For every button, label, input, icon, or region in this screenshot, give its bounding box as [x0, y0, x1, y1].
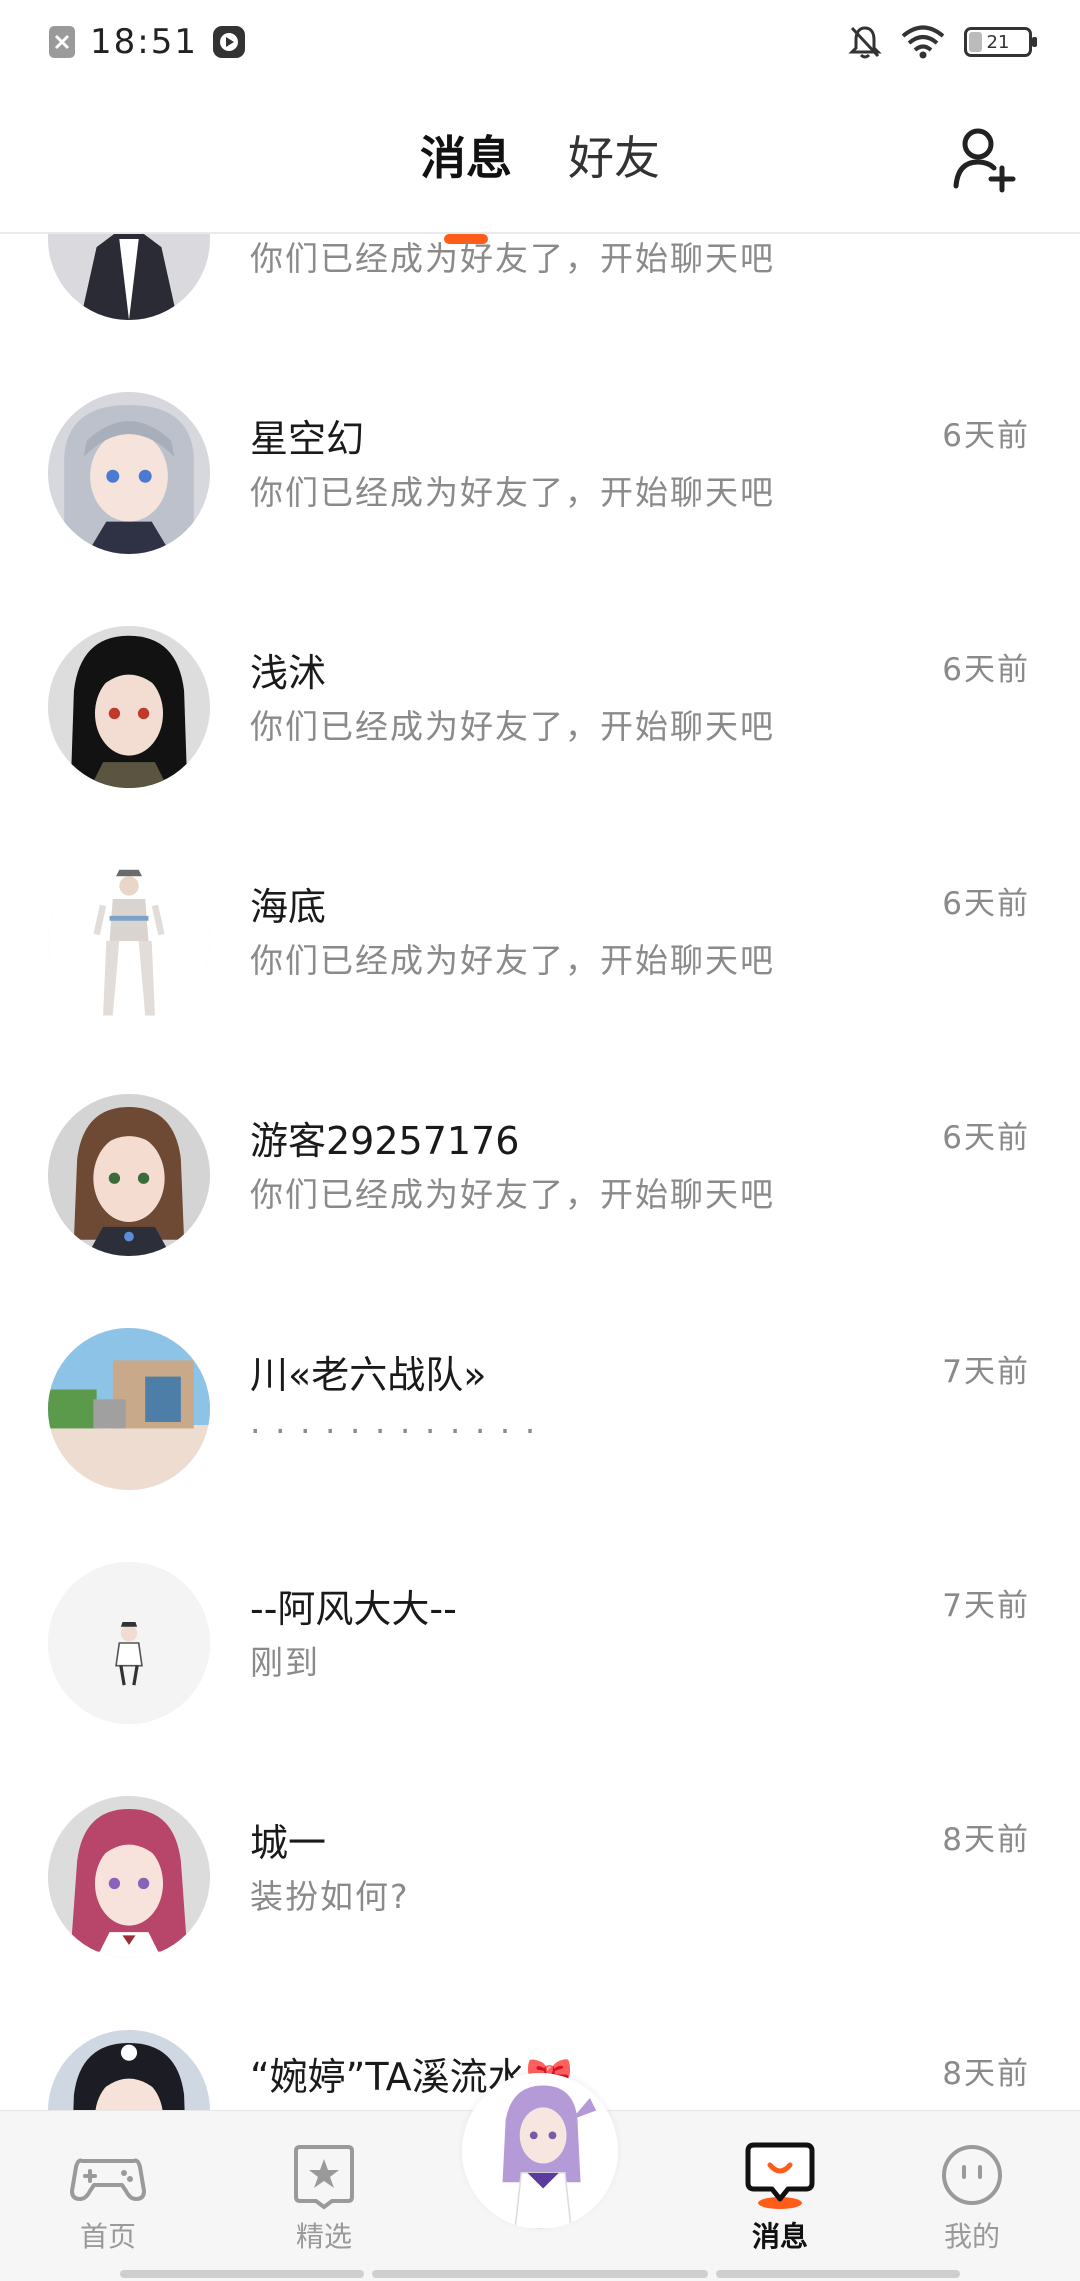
nav-home-label: 首页 [79, 2220, 136, 2253]
avatar [48, 2030, 210, 2110]
play-icon [212, 25, 246, 59]
conversation-item[interactable]: 川«老六战队» . . . . . . . . . . . . 7天前 [0, 1284, 1080, 1518]
message-time: 7天前 [942, 1588, 1030, 1624]
avatar [48, 1094, 210, 1256]
header-tabs: 消息 好友 [0, 122, 1080, 244]
chat-bubble-icon [745, 2142, 815, 2209]
wifi-icon [900, 25, 946, 59]
conversation-item[interactable]: 星空幻 你们已经成为好友了，开始聊天吧 6天前 [0, 348, 1080, 582]
conversation-item[interactable]: 浅沭 你们已经成为好友了，开始聊天吧 6天前 [0, 582, 1080, 816]
status-bar: 18:51 21 [0, 0, 1080, 84]
nav-home[interactable]: 首页 [28, 2139, 188, 2255]
avatar [48, 1796, 210, 1958]
contact-name: 浅沭 [250, 651, 327, 695]
gesture-bar-left [120, 2270, 364, 2278]
contact-name: 城一 [250, 1821, 327, 1865]
battery-level: 21 [986, 31, 1010, 53]
status-time: 18:51 [90, 22, 198, 62]
conversation-item[interactable]: 城一 装扮如何? 8天前 [0, 1752, 1080, 1986]
contact-name: 川«老六战队» [250, 1353, 487, 1397]
message-preview: 你们已经成为好友了，开始聊天吧 [250, 239, 775, 278]
conversation-item[interactable]: 你们已经成为好友了，开始聊天吧 [0, 234, 1080, 348]
notification-x-icon [48, 25, 76, 59]
avatar [48, 860, 210, 1022]
message-time: 8天前 [942, 1822, 1030, 1858]
message-preview: 装扮如何? [250, 1877, 410, 1916]
avatar [48, 1562, 210, 1724]
contact-name: --阿风大大-- [250, 1587, 457, 1631]
message-preview: 你们已经成为好友了，开始聊天吧 [250, 707, 775, 746]
message-time: 8天前 [942, 2056, 1030, 2092]
message-time: 6天前 [942, 886, 1030, 922]
tab-friends-label: 好友 [568, 131, 660, 185]
message-preview: 刚到 [250, 1643, 320, 1682]
nav-messages[interactable]: 消息 [700, 2139, 860, 2255]
conversation-item[interactable]: 游客29257176 你们已经成为好友了，开始聊天吧 6天前 [0, 1050, 1080, 1284]
face-icon [942, 2145, 1002, 2205]
bell-off-icon [848, 24, 882, 60]
message-time: 6天前 [942, 418, 1030, 454]
avatar [48, 1328, 210, 1490]
contact-name: 海底 [250, 885, 327, 929]
battery-indicator: 21 [964, 27, 1037, 57]
header: 消息 好友 [0, 84, 1080, 244]
tab-messages[interactable]: 消息 [420, 122, 512, 244]
status-left: 18:51 [48, 22, 246, 62]
tab-friends[interactable]: 好友 [568, 122, 660, 188]
message-preview: 你们已经成为好友了，开始聊天吧 [250, 473, 775, 512]
nav-featured[interactable]: 精选 [244, 2139, 404, 2255]
message-time: 7天前 [942, 1354, 1030, 1390]
character-avatar [462, 2073, 618, 2229]
star-badge-icon [294, 2145, 354, 2210]
message-time: 6天前 [942, 652, 1030, 688]
avatar [48, 392, 210, 554]
status-right: 21 [848, 24, 1037, 60]
avatar [48, 234, 210, 320]
gesture-bar-right [716, 2270, 960, 2278]
battery-fill [969, 32, 982, 52]
bottom-nav: 首页 精选 消息 我的 [0, 2073, 1080, 2281]
add-friend-button[interactable] [948, 124, 1020, 196]
message-time: 6天前 [942, 1120, 1030, 1156]
avatar [48, 626, 210, 788]
conversation-list[interactable]: 你们已经成为好友了，开始聊天吧 星空幻 你们已经成为好友了，开始聊天吧 6天前 … [0, 234, 1080, 2110]
center-character-button[interactable] [462, 2073, 618, 2229]
message-preview: 你们已经成为好友了，开始聊天吧 [250, 1175, 775, 1214]
gamepad-icon [70, 2158, 146, 2201]
contact-name: 游客29257176 [250, 1119, 520, 1163]
message-preview: 你们已经成为好友了，开始聊天吧 [250, 941, 775, 980]
person-add-icon [953, 128, 1016, 193]
gesture-bar-center [372, 2270, 708, 2278]
contact-name: 星空幻 [250, 417, 365, 461]
nav-messages-label: 消息 [751, 2220, 808, 2253]
nav-featured-label: 精选 [295, 2220, 352, 2253]
nav-profile[interactable]: 我的 [892, 2139, 1052, 2255]
conversation-item[interactable]: --阿风大大-- 刚到 7天前 [0, 1518, 1080, 1752]
tab-messages-label: 消息 [420, 131, 512, 185]
conversation-list-inner: 你们已经成为好友了，开始聊天吧 星空幻 你们已经成为好友了，开始聊天吧 6天前 … [0, 234, 1080, 2110]
conversation-item[interactable]: 海底 你们已经成为好友了，开始聊天吧 6天前 [0, 816, 1080, 1050]
nav-profile-label: 我的 [943, 2220, 1000, 2253]
message-preview: . . . . . . . . . . . . [250, 1402, 538, 1441]
